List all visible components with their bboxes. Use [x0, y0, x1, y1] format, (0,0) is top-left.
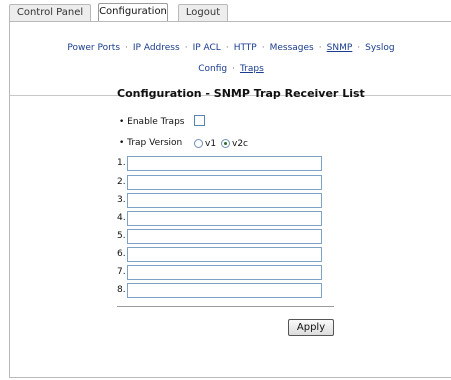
config-subnav: Power Ports · IP Address · IP ACL · HTTP · Messa… — [10, 43, 451, 53]
nav-separator: · — [184, 43, 188, 53]
nav-snmp[interactable]: SNMP — [327, 43, 353, 53]
nav-config[interactable]: Config — [198, 64, 227, 74]
trap-receiver-number: 7. — [117, 267, 126, 277]
trap-receiver-number: 2. — [117, 177, 126, 187]
enable-traps-checkbox[interactable] — [194, 115, 205, 126]
nav-power-ports[interactable]: Power Ports — [67, 43, 120, 53]
trap-receiver-number: 4. — [117, 213, 126, 223]
trap-version-v1-radio[interactable] — [194, 139, 203, 148]
trap-receiver-number: 1. — [117, 158, 126, 168]
tab-configuration[interactable]: Configuration — [98, 3, 168, 22]
trap-receiver-input-3[interactable] — [127, 193, 322, 208]
nav-messages[interactable]: Messages — [270, 43, 314, 53]
trap-receiver-number: 8. — [117, 285, 126, 295]
nav-separator: · — [357, 43, 361, 53]
trap-receiver-input-6[interactable] — [127, 247, 322, 262]
nav-separator: · — [125, 43, 128, 53]
trap-version-v1-label: v1 — [205, 139, 217, 149]
nav-traps[interactable]: Traps — [240, 64, 264, 74]
trap-receiver-input-1[interactable] — [127, 156, 322, 171]
tab-logout[interactable]: Logout — [178, 4, 228, 21]
enable-traps-label: • Enable Traps — [119, 117, 185, 127]
nav-separator: · — [318, 43, 322, 53]
nav-ip-acl[interactable]: IP ACL — [193, 43, 221, 53]
apply-button[interactable]: Apply — [288, 319, 334, 336]
trap-receiver-input-7[interactable] — [127, 265, 322, 280]
trap-version-v2c-radio[interactable] — [221, 139, 230, 148]
trap-receiver-number: 6. — [117, 249, 126, 259]
trap-version-label: • Trap Version — [119, 138, 183, 148]
trap-receiver-input-2[interactable] — [127, 175, 322, 190]
tab-control-panel[interactable]: Control Panel — [9, 4, 91, 21]
form-divider — [117, 306, 334, 307]
nav-syslog[interactable]: Syslog — [365, 43, 394, 53]
trap-version-v2c-label: v2c — [232, 139, 249, 149]
nav-ip-address[interactable]: IP Address — [133, 43, 180, 53]
trap-receiver-input-4[interactable] — [127, 211, 322, 226]
trap-receiver-number: 3. — [117, 195, 126, 205]
nav-separator: · — [225, 43, 229, 53]
trap-receiver-number: 5. — [117, 231, 126, 241]
trap-receiver-input-5[interactable] — [127, 229, 322, 244]
snmp-subnav: Config · Traps — [10, 64, 451, 74]
nav-separator: · — [232, 64, 235, 74]
trap-receiver-input-8[interactable] — [127, 283, 322, 298]
page-title: Configuration - SNMP Trap Receiver List — [117, 87, 365, 100]
nav-separator: · — [261, 43, 265, 53]
nav-http[interactable]: HTTP — [234, 43, 257, 53]
tab-bar: Control Panel Configuration Logout — [0, 0, 451, 22]
